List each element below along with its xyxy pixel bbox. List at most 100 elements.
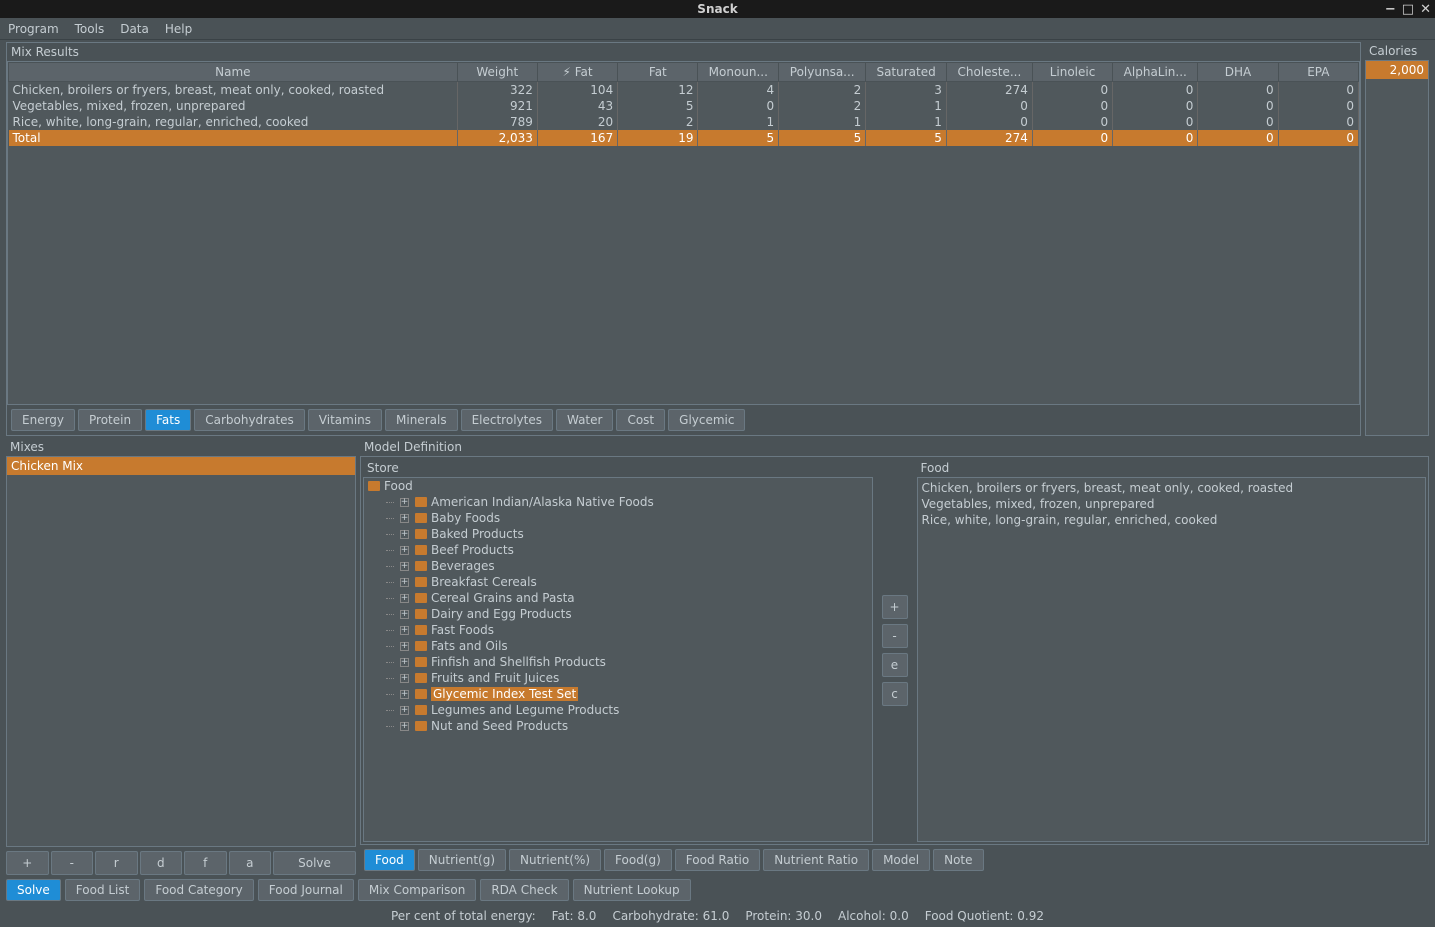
column-header[interactable]: Name <box>9 63 458 82</box>
tab-food[interactable]: Food <box>364 849 415 871</box>
list-item[interactable]: Chicken, broilers or fryers, breast, mea… <box>920 480 1424 496</box>
tab-foodratio[interactable]: Food Ratio <box>675 849 760 871</box>
tree-item[interactable]: +Dairy and Egg Products <box>364 606 872 622</box>
tree-item[interactable]: +Beverages <box>364 558 872 574</box>
transfer-btn--[interactable]: - <box>882 624 908 648</box>
tree-item[interactable]: +Nut and Seed Products <box>364 718 872 734</box>
column-header[interactable]: Choleste... <box>946 63 1032 82</box>
mixes-list[interactable]: Chicken Mix <box>6 456 356 847</box>
main-tab-food-journal[interactable]: Food Journal <box>258 879 354 901</box>
expand-icon[interactable]: + <box>400 658 409 667</box>
tab-note[interactable]: Note <box>933 849 983 871</box>
mix-btn-a[interactable]: a <box>229 851 272 875</box>
menu-help[interactable]: Help <box>165 22 192 36</box>
tree-item[interactable]: +Breakfast Cereals <box>364 574 872 590</box>
expand-icon[interactable]: + <box>400 594 409 603</box>
maximize-icon[interactable]: □ <box>1402 2 1414 17</box>
tree-item[interactable]: +Fats and Oils <box>364 638 872 654</box>
table-row[interactable]: Rice, white, long-grain, regular, enrich… <box>9 114 1359 130</box>
column-header[interactable]: Polyunsa... <box>779 63 866 82</box>
tree-item[interactable]: +Beef Products <box>364 542 872 558</box>
tab-model[interactable]: Model <box>872 849 930 871</box>
column-header[interactable]: Monoun... <box>698 63 779 82</box>
expand-icon[interactable]: + <box>400 610 409 619</box>
tree-item[interactable]: +Legumes and Legume Products <box>364 702 872 718</box>
expand-icon[interactable]: + <box>400 562 409 571</box>
tab-nutrientg[interactable]: Nutrient(g) <box>418 849 506 871</box>
mix-btn-r[interactable]: r <box>95 851 138 875</box>
tree-item[interactable]: +Cereal Grains and Pasta <box>364 590 872 606</box>
expand-icon[interactable]: + <box>400 530 409 539</box>
tab-protein[interactable]: Protein <box>78 409 142 431</box>
tree-item[interactable]: +Finfish and Shellfish Products <box>364 654 872 670</box>
expand-icon[interactable]: + <box>400 514 409 523</box>
tab-vitamins[interactable]: Vitamins <box>308 409 382 431</box>
expand-icon[interactable]: + <box>400 722 409 731</box>
expand-icon[interactable]: + <box>400 546 409 555</box>
folder-icon <box>415 577 427 587</box>
table-row[interactable]: Vegetables, mixed, frozen, unprepared921… <box>9 98 1359 114</box>
menu-data[interactable]: Data <box>120 22 149 36</box>
column-header[interactable]: ⚡ Fat <box>537 63 617 82</box>
close-icon[interactable]: ✕ <box>1420 2 1431 17</box>
tree-item[interactable]: +Baby Foods <box>364 510 872 526</box>
mix-btn-d[interactable]: d <box>140 851 183 875</box>
menu-program[interactable]: Program <box>8 22 59 36</box>
column-header[interactable]: Fat <box>618 63 698 82</box>
expand-icon[interactable]: + <box>400 674 409 683</box>
tree-item[interactable]: +Fast Foods <box>364 622 872 638</box>
transfer-btn-e[interactable]: e <box>882 653 908 677</box>
tab-nutrient[interactable]: Nutrient(%) <box>509 849 601 871</box>
mix-btn-+[interactable]: + <box>6 851 49 875</box>
column-header[interactable]: EPA <box>1278 63 1358 82</box>
tab-cost[interactable]: Cost <box>616 409 665 431</box>
expand-icon[interactable]: + <box>400 690 409 699</box>
mix-btn-f[interactable]: f <box>184 851 227 875</box>
table-row[interactable]: Chicken, broilers or fryers, breast, mea… <box>9 82 1359 99</box>
column-header[interactable]: Weight <box>457 63 537 82</box>
list-item[interactable]: Chicken Mix <box>7 457 355 475</box>
transfer-btn-c[interactable]: c <box>882 682 908 706</box>
column-header[interactable]: AlphaLin... <box>1113 63 1198 82</box>
column-header[interactable]: DHA <box>1198 63 1278 82</box>
mix-btn--[interactable]: - <box>51 851 94 875</box>
main-tab-nutrient-lookup[interactable]: Nutrient Lookup <box>573 879 691 901</box>
table-row[interactable]: Total2,033167195552740000 <box>9 130 1359 146</box>
tab-foodg[interactable]: Food(g) <box>604 849 672 871</box>
tab-fats[interactable]: Fats <box>145 409 191 431</box>
tab-carbohydrates[interactable]: Carbohydrates <box>194 409 305 431</box>
expand-icon[interactable]: + <box>400 706 409 715</box>
tab-electrolytes[interactable]: Electrolytes <box>461 409 553 431</box>
expand-icon[interactable]: + <box>400 578 409 587</box>
expand-icon[interactable]: + <box>400 626 409 635</box>
food-list[interactable]: Chicken, broilers or fryers, breast, mea… <box>917 477 1427 842</box>
mix-results-table[interactable]: NameWeight⚡ FatFatMonoun...Polyunsa...Sa… <box>7 61 1360 405</box>
main-tab-solve[interactable]: Solve <box>6 879 61 901</box>
minimize-icon[interactable]: − <box>1385 2 1396 17</box>
column-header[interactable]: Linoleic <box>1032 63 1112 82</box>
transfer-btn-+[interactable]: + <box>882 595 908 619</box>
expand-icon[interactable]: + <box>400 642 409 651</box>
tree-root[interactable]: Food <box>364 478 872 494</box>
list-item[interactable]: Rice, white, long-grain, regular, enrich… <box>920 512 1424 528</box>
main-tab-mix-comparison[interactable]: Mix Comparison <box>358 879 476 901</box>
tab-water[interactable]: Water <box>556 409 613 431</box>
expand-icon[interactable]: + <box>400 498 409 507</box>
tree-item[interactable]: +American Indian/Alaska Native Foods <box>364 494 872 510</box>
column-header[interactable]: Saturated <box>866 63 947 82</box>
main-tab-food-category[interactable]: Food Category <box>144 879 253 901</box>
menu-tools[interactable]: Tools <box>75 22 105 36</box>
main-tab-food-list[interactable]: Food List <box>65 879 141 901</box>
tab-energy[interactable]: Energy <box>11 409 75 431</box>
list-item[interactable]: Vegetables, mixed, frozen, unprepared <box>920 496 1424 512</box>
tab-nutrientratio[interactable]: Nutrient Ratio <box>763 849 869 871</box>
mix-btn-solve[interactable]: Solve <box>273 851 356 875</box>
tab-glycemic[interactable]: Glycemic <box>668 409 745 431</box>
tab-minerals[interactable]: Minerals <box>385 409 458 431</box>
tree-item[interactable]: +Baked Products <box>364 526 872 542</box>
store-tree[interactable]: Food+American Indian/Alaska Native Foods… <box>363 477 873 842</box>
tree-item[interactable]: +Fruits and Fruit Juices <box>364 670 872 686</box>
folder-icon <box>415 593 427 603</box>
tree-item[interactable]: +Glycemic Index Test Set <box>364 686 872 702</box>
main-tab-rda-check[interactable]: RDA Check <box>480 879 568 901</box>
